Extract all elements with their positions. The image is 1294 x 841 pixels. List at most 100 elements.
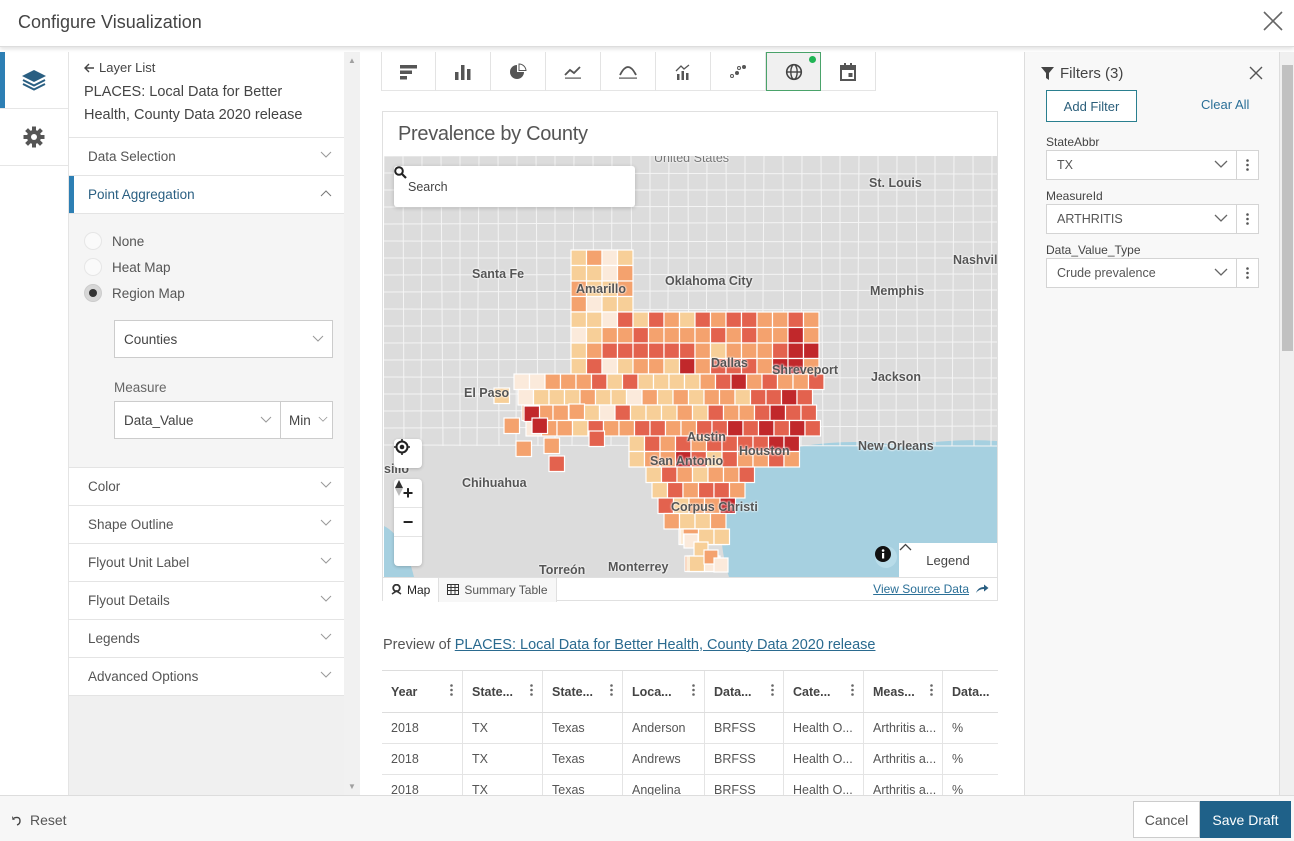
zoom-out-button[interactable]: − (394, 508, 422, 537)
county-shape[interactable] (552, 404, 570, 422)
filter-stateabbr[interactable]: TX (1046, 150, 1259, 180)
viz-type-histogram[interactable] (601, 52, 656, 91)
column-header[interactable]: Cate... (783, 671, 863, 712)
county-shape[interactable] (784, 404, 802, 422)
county-shape[interactable] (649, 419, 667, 437)
page-scrollbar[interactable] (1279, 52, 1294, 795)
county-shape[interactable] (647, 311, 665, 329)
scrollbar-thumb[interactable] (1282, 65, 1293, 351)
county-shape[interactable] (528, 373, 546, 391)
county-shape[interactable] (659, 435, 677, 453)
county-shape[interactable] (628, 450, 646, 468)
county-shape[interactable] (601, 326, 619, 344)
county-shape[interactable] (703, 388, 721, 406)
county-shape[interactable] (651, 481, 669, 499)
county-shape[interactable] (678, 357, 696, 375)
county-shape[interactable] (548, 455, 566, 473)
county-shape[interactable] (697, 481, 715, 499)
county-shape[interactable] (645, 404, 663, 422)
section-flyout-details[interactable]: Flyout Details (69, 582, 344, 620)
county-shape[interactable] (585, 311, 603, 329)
region-select[interactable]: Counties (114, 320, 333, 358)
scroll-up-icon[interactable]: ▲ (348, 56, 356, 65)
county-shape[interactable] (601, 342, 619, 360)
county-shape[interactable] (756, 326, 774, 344)
county-shape[interactable] (641, 388, 659, 406)
county-shape[interactable] (598, 404, 616, 422)
county-shape[interactable] (515, 440, 533, 458)
radio-button[interactable] (84, 284, 102, 302)
county-shape[interactable] (531, 417, 549, 435)
county-shape[interactable] (713, 528, 731, 546)
county-shape[interactable] (625, 388, 643, 406)
county-shape[interactable] (694, 357, 712, 375)
county-shape[interactable] (694, 326, 712, 344)
county-shape[interactable] (632, 311, 650, 329)
section-advanced-options[interactable]: Advanced Options (69, 658, 344, 696)
county-shape[interactable] (749, 388, 767, 406)
county-shape[interactable] (652, 373, 670, 391)
viz-type-columnchart[interactable] (436, 52, 491, 91)
county-shape[interactable] (664, 419, 682, 437)
viz-type-combochart[interactable] (656, 52, 711, 91)
county-shape[interactable] (666, 481, 684, 499)
county-shape[interactable] (707, 404, 725, 422)
county-shape[interactable] (616, 342, 634, 360)
viz-type-piechart[interactable] (491, 52, 546, 91)
county-shape[interactable] (769, 404, 787, 422)
layer-list-link[interactable]: Layer List (84, 60, 329, 75)
add-filter-button[interactable]: Add Filter (1046, 90, 1137, 122)
county-shape[interactable] (570, 264, 588, 282)
county-shape[interactable] (804, 419, 822, 437)
county-shape[interactable] (616, 326, 634, 344)
county-shape[interactable] (616, 357, 634, 375)
filter-measureid[interactable]: ARTHRITIS (1046, 204, 1259, 234)
county-shape[interactable] (663, 342, 681, 360)
column-menu-icon[interactable] (530, 684, 533, 696)
table-row[interactable]: 2018 TX Texas Angelina BRFSS Health O... Arthr… (382, 775, 998, 795)
locate-button[interactable] (394, 439, 422, 468)
county-shape[interactable] (614, 404, 632, 422)
reset-button[interactable]: Reset (12, 812, 67, 828)
county-shape[interactable] (570, 357, 588, 375)
county-shape[interactable] (728, 481, 746, 499)
county-shape[interactable] (633, 419, 651, 437)
viz-type-timeline[interactable] (546, 52, 601, 91)
county-shape[interactable] (688, 555, 706, 573)
county-shape[interactable] (632, 326, 650, 344)
county-shape[interactable] (602, 419, 620, 437)
tab-summary-table[interactable]: Summary Table (439, 577, 557, 602)
county-shape[interactable] (709, 512, 727, 530)
county-shape[interactable] (588, 430, 606, 448)
county-shape[interactable] (610, 388, 628, 406)
county-shape[interactable] (730, 373, 748, 391)
county-shape[interactable] (682, 481, 700, 499)
column-menu-icon[interactable] (610, 684, 613, 696)
county-shape[interactable] (771, 326, 789, 344)
county-shape[interactable] (570, 326, 588, 344)
county-shape[interactable] (660, 404, 678, 422)
county-shape[interactable] (663, 311, 681, 329)
county-shape[interactable] (694, 342, 712, 360)
config-scrollbar[interactable]: ▲ ▼ (344, 52, 360, 795)
table-row[interactable]: 2018 TX Texas Anderson BRFSS Health O... Arthr… (382, 713, 998, 744)
county-shape[interactable] (787, 342, 805, 360)
rail-tab-settings[interactable] (0, 109, 68, 166)
county-shape[interactable] (742, 419, 760, 437)
county-shape[interactable] (571, 419, 589, 437)
county-shape[interactable] (544, 373, 562, 391)
column-header[interactable]: Meas... (863, 671, 942, 712)
save-draft-button[interactable]: Save Draft (1200, 801, 1291, 838)
region-map[interactable]: United States St. Louis Santa Fe Amarill… (384, 156, 997, 577)
close-filters-icon[interactable] (1249, 66, 1263, 80)
county-shape[interactable] (643, 435, 661, 453)
county-shape[interactable] (517, 388, 535, 406)
view-source-link[interactable]: View Source Data (873, 582, 989, 596)
county-shape[interactable] (663, 326, 681, 344)
county-shape[interactable] (668, 373, 686, 391)
county-shape[interactable] (738, 466, 756, 484)
column-header[interactable]: Year (382, 671, 462, 712)
section-color[interactable]: Color (69, 468, 344, 506)
filter-options-button[interactable] (1236, 259, 1258, 287)
county-shape[interactable] (647, 326, 665, 344)
